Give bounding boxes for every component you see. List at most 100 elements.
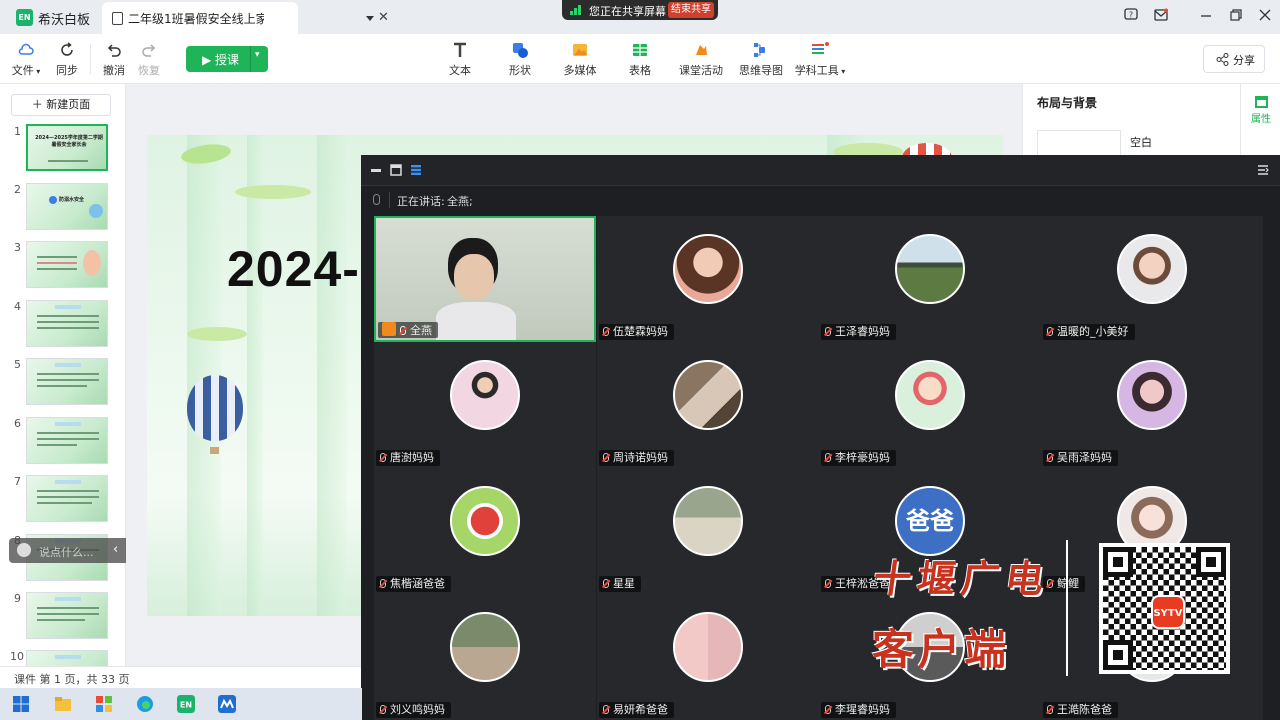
divider [389,192,390,208]
teach-button[interactable]: ▶ 授课 ▾ [186,46,268,72]
hot-air-balloon-image [187,375,243,441]
chevron-down-icon[interactable] [366,16,374,22]
tab-properties[interactable]: 属性 [1241,96,1280,125]
participant-name-chip: 王泽睿妈妈 [821,324,896,340]
avatar [1117,234,1187,304]
media-tool-label: 多媒体 [563,64,597,77]
participant-name-chip: 易妍希爸爸 [599,702,674,718]
undo-label: 撤消 [103,64,125,77]
chat-input-placeholder: 说点什么... [39,546,94,559]
participant-tile[interactable]: 吴雨泽妈妈 [1041,342,1263,468]
participant-name-chip: 温暖的_小美好 [1043,324,1135,340]
shape-icon [513,43,528,58]
slide-thumbnail-10[interactable] [26,650,108,666]
participant-name-chip: 吴雨泽妈妈 [1043,450,1118,466]
background-tree [317,135,347,616]
document-tab[interactable]: 二年级1班暑假安全线上家长… ✕ [102,2,389,34]
slide-thumbnail-4[interactable] [26,300,108,347]
emoji-icon [17,543,31,557]
list-view-icon[interactable] [410,164,422,176]
share-button[interactable]: 分享 [1203,45,1265,73]
store-icon[interactable] [95,695,113,713]
subject-tools-icon [812,42,829,54]
participant-tile[interactable]: 易妍希爸爸 [597,594,819,720]
redo-label: 恢复 [138,64,160,77]
edge-browser-icon[interactable] [136,695,154,713]
slide-thumbnail-7[interactable] [26,475,108,522]
document-tab-title: 二年级1班暑假安全线上家长… [128,12,264,26]
participant-tile[interactable]: 唐澍妈妈 [374,342,596,468]
image-icon [573,44,587,56]
close-tab-icon[interactable]: ✕ [378,10,389,25]
class-activity-button[interactable]: 课堂活动 [678,41,724,78]
slide-thumbnail-2[interactable]: 防溺水安全 [26,183,108,230]
avatar: 爸爸 [895,486,965,556]
close-window-icon[interactable] [1258,8,1272,22]
mail-icon[interactable] [1154,8,1168,22]
sync-icon [61,42,73,56]
seewo-app-icon[interactable]: EN [177,695,195,713]
help-icon[interactable]: ? [1124,8,1138,22]
new-page-button[interactable]: ＋ 新建页面 [11,94,111,116]
microphone-muted-icon [825,579,831,588]
slide-thumbnail-1[interactable]: 2024—2025学年度第二学期暑假安全家长会 [26,124,108,171]
toolbar-divider [90,44,91,74]
participant-tile[interactable]: 焦楷涵爸爸 [374,468,596,594]
file-menu-button[interactable]: 文件 ▾ [10,41,42,78]
participant-tile[interactable]: 周诗诺妈妈 [597,342,819,468]
shape-tool-button[interactable]: 形状 [506,41,534,78]
table-tool-label: 表格 [629,64,651,77]
mindmap-label: 思维导图 [739,64,783,77]
microphone-muted-icon [1047,453,1053,462]
host-icon [382,322,396,336]
participant-tile[interactable]: 李梓豪妈妈 [819,342,1041,468]
slide-thumbnail-5[interactable] [26,358,108,405]
table-tool-button[interactable]: 表格 [626,41,654,78]
windows-start-icon[interactable] [12,695,30,713]
microphone-muted-icon [380,453,386,462]
participant-name-chip: 全燕 [378,322,438,338]
media-tool-button[interactable]: 多媒体 [563,41,597,78]
chevron-left-icon[interactable]: ‹ [113,542,118,557]
file-explorer-icon[interactable] [54,695,72,713]
avatar [673,486,743,556]
teach-dropdown-icon[interactable]: ▾ [255,50,260,60]
participant-tile-active[interactable]: 全燕 [374,216,596,342]
restore-icon[interactable] [1229,8,1243,22]
avatar [1117,360,1187,430]
avatar [450,486,520,556]
sytv-logo: SYTV [1151,595,1185,629]
leaf-decoration [187,327,247,341]
slide-title[interactable]: 2024- [227,240,360,298]
minimize-icon[interactable] [1199,8,1213,22]
chat-input[interactable]: 说点什么... ‹ [9,538,131,563]
participant-tile[interactable]: 伍楚霖妈妈 [597,216,819,342]
participant-tile[interactable]: 温暖的_小美好 [1041,216,1263,342]
slide-thumbnail-6[interactable] [26,417,108,464]
slide-thumbnail-3[interactable] [26,241,108,288]
redo-icon [142,44,156,57]
participant-tile[interactable]: 王泽睿妈妈 [819,216,1041,342]
text-tool-button[interactable]: 文本 [446,41,474,78]
microphone-icon [400,326,406,335]
subject-tools-label: 学科工具 [794,64,839,77]
subject-tools-button[interactable]: 学科工具 ▾ [794,41,846,78]
sync-button[interactable]: 同步 [54,41,80,78]
background-preview[interactable] [1037,130,1121,156]
avatar [450,612,520,682]
undo-button[interactable]: 撤消 [101,41,127,78]
collapse-panel-icon[interactable] [1257,164,1269,176]
participant-tile[interactable]: 星星 [597,468,819,594]
microphone-muted-icon [825,705,831,714]
meeting-app-icon[interactable] [218,695,236,713]
page-count: 课件 第 1 页，共 33 页 [14,673,130,686]
minimize-icon[interactable] [370,164,382,176]
stop-sharing-button[interactable]: 结束共享 [668,2,714,18]
redo-button[interactable]: 恢复 [136,41,162,78]
title-bar: EN 希沃白板 二年级1班暑假安全线上家长… ✕ 您正在共享屏幕 结束共享 ? [0,0,1280,34]
slide-thumbnail-9[interactable] [26,592,108,639]
window-icon[interactable] [390,164,402,176]
participant-tile[interactable]: 刘义鸣妈妈 [374,594,596,720]
mindmap-button[interactable]: 思维导图 [738,41,784,78]
slide-thumbnail-title: 2024—2025学年度第二学期暑假安全家长会 [35,135,103,148]
